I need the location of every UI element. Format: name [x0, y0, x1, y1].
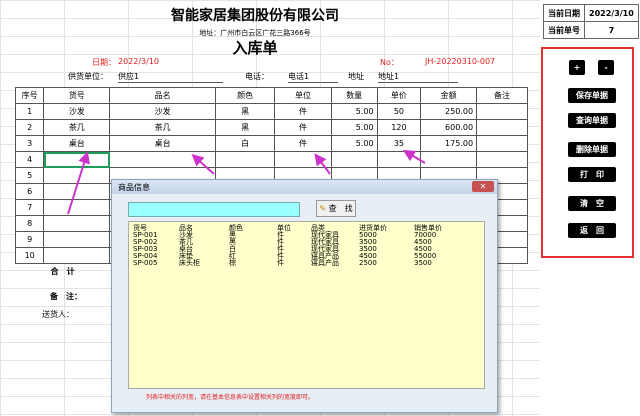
search-icon: ✎: [319, 204, 327, 213]
arrow-to-color: [314, 153, 331, 175]
product-info-dialog: 商品信息 ✕ ✎ 查 找 货号 SP-001 SP-002 SP-003 SP-004 S…: [111, 179, 498, 413]
find-button[interactable]: ✎ 查 找: [316, 200, 356, 217]
dialog-footer-note: 列表中相关的列宽，请在基本信息表中设置相关列的宽度即可。: [146, 394, 315, 401]
list-col-in-price: 进货单价 5000 3500 3500 4500 2500: [359, 225, 387, 267]
list-item: 寝具产品: [311, 259, 339, 267]
dialog-titlebar[interactable]: 商品信息 ✕: [112, 180, 497, 194]
list-col-category: 品类 现代家具 现代家具 现代家具 寝具产品 寝具产品: [311, 225, 339, 267]
list-item: 件: [277, 259, 284, 267]
list-item: 棕: [229, 259, 236, 267]
list-item: 床头柜: [179, 259, 200, 267]
arrow-to-code: [67, 151, 90, 215]
dialog-title: 商品信息: [118, 183, 150, 192]
list-col-sale-price: 销售单价 70000 4500 4500 55000 3500: [414, 225, 442, 267]
product-list[interactable]: 货号 SP-001 SP-002 SP-003 SP-004 SP-005 品名 沙发 茶几桌…: [128, 221, 485, 389]
find-label: 查 找: [328, 204, 353, 213]
list-col-color: 颜色黑黑白红棕: [229, 225, 243, 267]
close-icon[interactable]: ✕: [472, 181, 494, 192]
list-col-name: 品名 沙发 茶几 桌台 床垫 床头柜: [179, 225, 200, 267]
list-col-code: 货号 SP-001 SP-002 SP-003 SP-004 SP-005: [133, 225, 157, 267]
list-item: 2500: [359, 259, 377, 267]
list-item: 3500: [414, 259, 432, 267]
arrow-to-price: [402, 149, 426, 164]
arrow-to-name: [191, 154, 215, 175]
list-item: SP-005: [133, 259, 158, 267]
list-col-unit: 单位件件件件件: [277, 225, 291, 267]
search-input[interactable]: [128, 202, 300, 217]
